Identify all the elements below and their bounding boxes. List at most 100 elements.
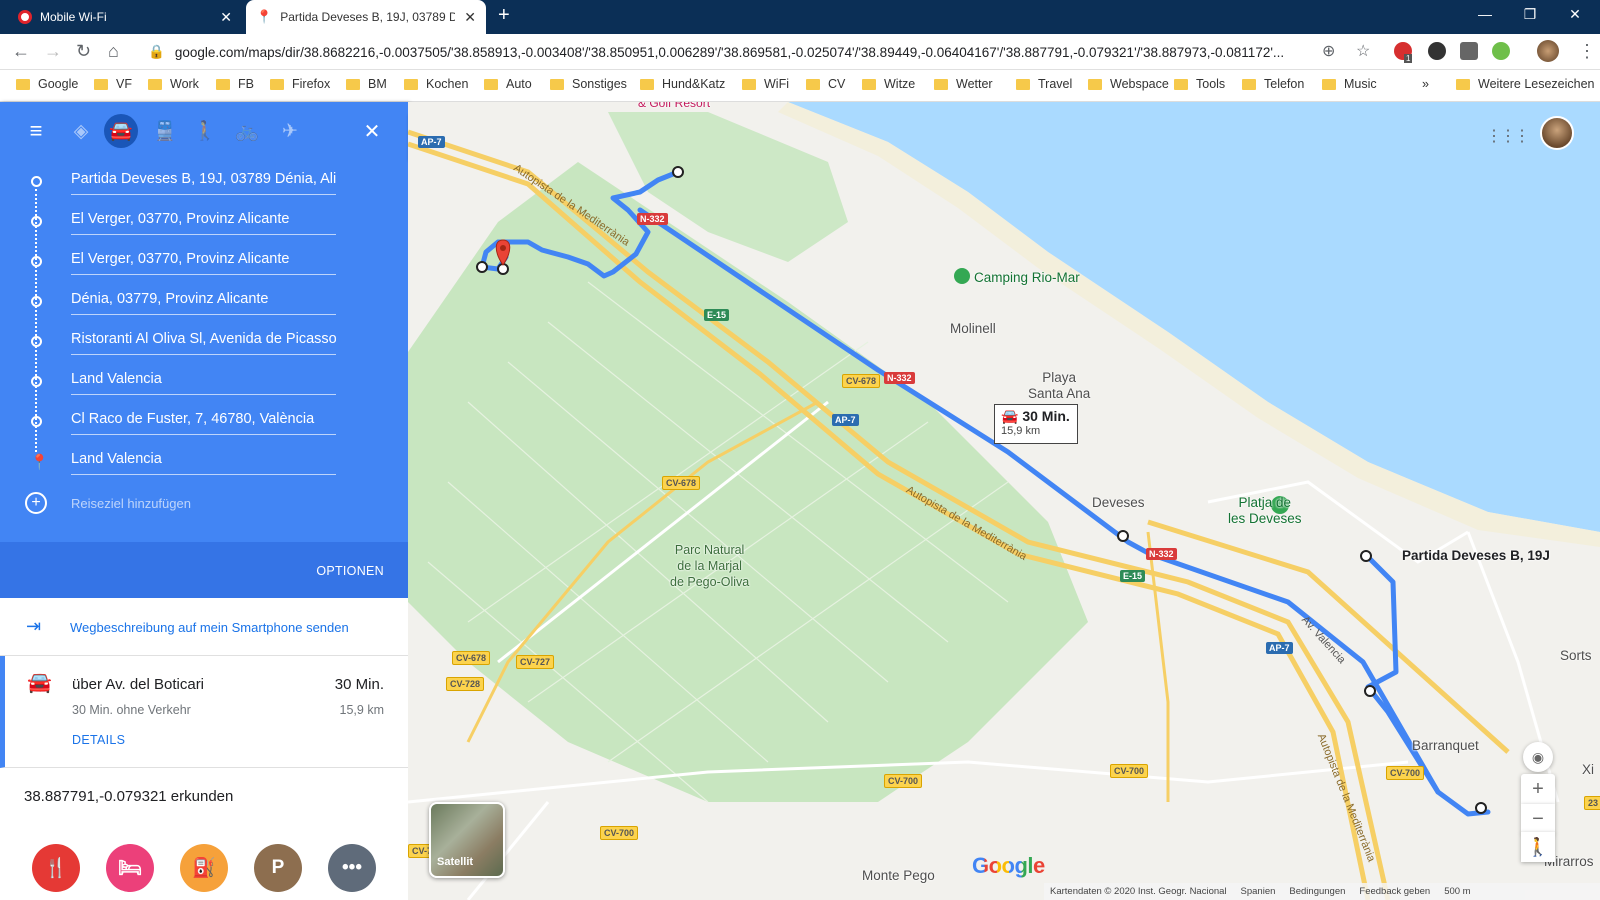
hotel-button[interactable]: 🛏 bbox=[106, 844, 154, 892]
country-link[interactable]: Spanien bbox=[1241, 886, 1276, 897]
home-icon[interactable]: ⌂ bbox=[108, 41, 119, 62]
waypoint-4[interactable]: Dénia, 03779, Provinz Alicante bbox=[0, 282, 408, 322]
feedback-link[interactable]: Feedback geben bbox=[1359, 886, 1430, 897]
label-xi: Xi bbox=[1582, 762, 1595, 777]
bookmark-wetter[interactable]: Wetter bbox=[934, 77, 993, 91]
waypoint-1[interactable]: Partida Deveses B, 19J, 03789 Dénia, Ali… bbox=[0, 162, 408, 202]
zoom-out-button[interactable]: − bbox=[1521, 804, 1555, 834]
street-view-pegman[interactable]: 🚶 bbox=[1521, 832, 1555, 862]
options-button[interactable]: OPTIONEN bbox=[316, 564, 384, 578]
waypoint-2[interactable]: El Verger, 03770, Provinz Alicante bbox=[0, 202, 408, 242]
close-window-button[interactable]: ✕ bbox=[1560, 6, 1590, 23]
minimize-button[interactable]: — bbox=[1470, 6, 1500, 22]
bookmark-wifi[interactable]: WiFi bbox=[742, 77, 789, 91]
folder-icon bbox=[270, 78, 284, 90]
waypoint-input[interactable]: Ristoranti Al Oliva Sl, Avenida de Picas… bbox=[71, 331, 336, 355]
bookmark-tools[interactable]: Tools bbox=[1174, 77, 1225, 91]
label-camping[interactable]: Camping Rio-Mar bbox=[974, 270, 1080, 285]
map-canvas[interactable]: & Golf Resort Camping Rio-Mar Molinell P… bbox=[408, 102, 1600, 900]
bookmark-hundkatz[interactable]: Hund&Katz bbox=[640, 77, 725, 91]
label-parc: Parc Natural de la Marjal de Pego-Oliva bbox=[670, 543, 750, 589]
bookmark-work[interactable]: Work bbox=[148, 77, 199, 91]
bookmark-other[interactable]: Weitere Lesezeichen bbox=[1456, 77, 1595, 91]
bookmark-sonstiges[interactable]: Sonstiges bbox=[550, 77, 627, 91]
walk-icon[interactable]: 🚶 bbox=[188, 114, 222, 148]
new-tab-button[interactable]: + bbox=[498, 4, 510, 27]
tab-google-maps[interactable]: 📍 Partida Deveses B, 19J, 03789 Dénia ✕ bbox=[246, 0, 486, 34]
waypoint-input[interactable]: Dénia, 03779, Provinz Alicante bbox=[71, 291, 336, 315]
bookmark-fb[interactable]: FB bbox=[216, 77, 254, 91]
profile-avatar[interactable] bbox=[1537, 40, 1559, 62]
extension-leaf-icon[interactable] bbox=[1492, 42, 1510, 60]
gas-station-button[interactable]: ⛽ bbox=[180, 844, 228, 892]
bookmark-firefox[interactable]: Firefox bbox=[270, 77, 330, 91]
bookmark-auto[interactable]: Auto bbox=[484, 77, 532, 91]
transit-icon[interactable]: 🚆 bbox=[148, 114, 182, 148]
folder-icon bbox=[404, 78, 418, 90]
waypoint-3[interactable]: El Verger, 03770, Provinz Alicante bbox=[0, 242, 408, 282]
waypoint-input[interactable]: El Verger, 03770, Provinz Alicante bbox=[71, 211, 336, 235]
my-location-button[interactable]: ◉ bbox=[1523, 742, 1553, 772]
install-icon[interactable]: ⊕ bbox=[1322, 41, 1335, 61]
account-avatar[interactable] bbox=[1540, 116, 1574, 150]
scale-label[interactable]: 500 m bbox=[1444, 886, 1470, 897]
send-to-phone-row[interactable]: ⇥ Wegbeschreibung auf mein Smartphone se… bbox=[0, 598, 408, 656]
close-tab-icon[interactable]: ✕ bbox=[220, 9, 232, 26]
label-platja[interactable]: Platja de les Deveses bbox=[1228, 495, 1302, 527]
waypoint-7[interactable]: Cl Raco de Fuster, 7, 46780, València bbox=[0, 402, 408, 442]
close-tab-icon[interactable]: ✕ bbox=[464, 9, 476, 26]
bookmark-google[interactable]: Google bbox=[16, 77, 78, 91]
waypoint-input[interactable]: Partida Deveses B, 19J, 03789 Dénia, Ali… bbox=[71, 171, 336, 195]
add-destination-button[interactable]: + Reiseziel hinzufügen bbox=[25, 492, 191, 514]
close-icon[interactable]: ✕ bbox=[355, 114, 389, 148]
shield-cv727: CV-727 bbox=[516, 655, 555, 669]
bookmark-travel[interactable]: Travel bbox=[1016, 77, 1072, 91]
bookmark-bm[interactable]: BM bbox=[346, 77, 387, 91]
my-location-icon: ◉ bbox=[1531, 748, 1545, 765]
waypoint-input[interactable]: Cl Raco de Fuster, 7, 46780, València bbox=[71, 411, 336, 435]
satellite-label: Satellit bbox=[437, 856, 474, 868]
menu-dots-icon[interactable]: ⋮ bbox=[1578, 41, 1596, 62]
flight-icon[interactable]: ✈ bbox=[273, 114, 307, 148]
bookmark-cv[interactable]: CV bbox=[806, 77, 845, 91]
route-option[interactable]: 🚘 über Av. del Boticari 30 Min. 30 Min. … bbox=[0, 656, 408, 768]
waypoint-input[interactable]: El Verger, 03770, Provinz Alicante bbox=[71, 251, 336, 275]
restaurant-button[interactable]: 🍴 bbox=[32, 844, 80, 892]
waypoint-8[interactable]: 📍 Land Valencia bbox=[0, 442, 408, 482]
address-bar[interactable]: 🔒 google.com/maps/dir/38.8682216,-0.0037… bbox=[148, 38, 1368, 66]
bookmark-vf[interactable]: VF bbox=[94, 77, 132, 91]
waypoint-input[interactable]: Land Valencia bbox=[71, 371, 336, 395]
terms-link[interactable]: Bedingungen bbox=[1289, 886, 1345, 897]
waypoint-input[interactable]: Land Valencia bbox=[71, 451, 336, 475]
bicycle-icon[interactable]: 🚲 bbox=[230, 114, 264, 148]
back-icon[interactable]: ← bbox=[12, 41, 30, 62]
satellite-toggle[interactable]: Satellit bbox=[429, 802, 505, 878]
bookmark-music[interactable]: Music bbox=[1322, 77, 1377, 91]
screenshot-icon[interactable] bbox=[1460, 42, 1478, 60]
bookmark-kochen[interactable]: Kochen bbox=[404, 77, 468, 91]
folder-icon bbox=[1174, 78, 1188, 90]
restore-button[interactable]: ❐ bbox=[1515, 6, 1545, 23]
star-icon[interactable]: ☆ bbox=[1356, 41, 1370, 61]
more-button[interactable]: ••• bbox=[328, 844, 376, 892]
best-route-icon[interactable]: ◈ bbox=[64, 114, 98, 148]
menu-icon[interactable]: ≡ bbox=[19, 114, 53, 148]
zoom-in-button[interactable]: + bbox=[1521, 774, 1555, 804]
bookmark-witze[interactable]: Witze bbox=[862, 77, 915, 91]
google-apps-icon[interactable]: ⋮⋮⋮ bbox=[1486, 126, 1530, 146]
car-icon[interactable]: 🚘 bbox=[104, 114, 138, 148]
browser-toolbar: ← → ↻ ⌂ 🔒 google.com/maps/dir/38.8682216… bbox=[0, 34, 1600, 70]
details-link[interactable]: DETAILS bbox=[72, 733, 125, 747]
bookmark-webspace[interactable]: Webspace bbox=[1088, 77, 1169, 91]
bookmarks-overflow[interactable]: » bbox=[1422, 77, 1429, 91]
parking-button[interactable]: P bbox=[254, 844, 302, 892]
folder-icon bbox=[1016, 78, 1030, 90]
waypoint-6[interactable]: Land Valencia bbox=[0, 362, 408, 402]
route-time-callout[interactable]: 🚘 30 Min. 15,9 km bbox=[994, 404, 1078, 444]
waypoint-5[interactable]: Ristoranti Al Oliva Sl, Avenida de Picas… bbox=[0, 322, 408, 362]
extension-shield-icon[interactable] bbox=[1428, 42, 1446, 60]
bookmark-telefon[interactable]: Telefon bbox=[1242, 77, 1304, 91]
reload-icon[interactable]: ↻ bbox=[76, 41, 91, 62]
tab-mobile-wifi[interactable]: Mobile Wi-Fi ✕ bbox=[8, 0, 242, 34]
forward-icon[interactable]: → bbox=[44, 41, 62, 62]
